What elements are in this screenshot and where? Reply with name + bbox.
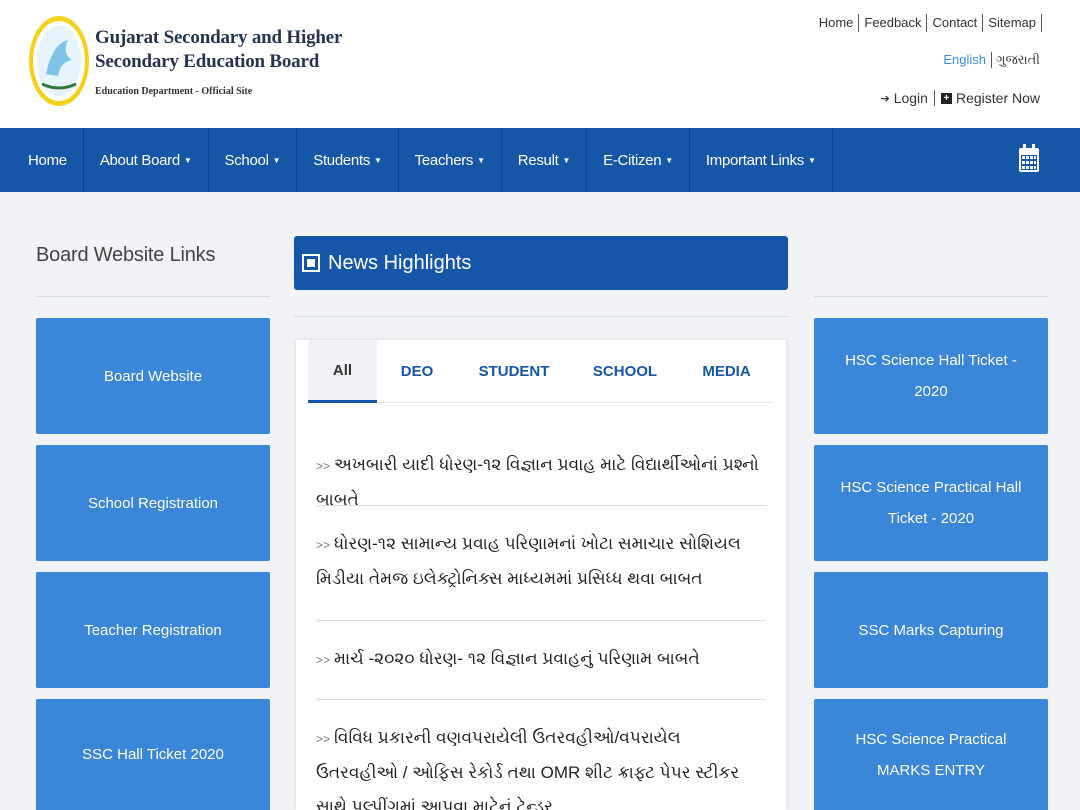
lang-english-link[interactable]: English bbox=[943, 52, 992, 68]
nav-item-teachers[interactable]: Teachers ▼ bbox=[399, 128, 502, 192]
top-link-feedback[interactable]: Feedback bbox=[859, 14, 928, 32]
brand-title-line1: Gujarat Secondary and Higher bbox=[95, 27, 343, 48]
language-switcher: English ગુજરાતી bbox=[943, 52, 1040, 68]
tab-label: SCHOOL bbox=[592, 363, 658, 380]
site-header: Gujarat Secondary and Higher Secondary E… bbox=[0, 0, 1080, 128]
nav-label: Teachers bbox=[414, 151, 474, 169]
tab-student[interactable]: STUDENT bbox=[457, 340, 571, 403]
top-link-home[interactable]: Home bbox=[814, 14, 860, 32]
tile-school-registration[interactable]: School Registration bbox=[36, 445, 270, 561]
tab-label: MEDIA bbox=[702, 363, 751, 380]
news-panel: All DEO STUDENT SCHOOL MEDIA >> અખબારી યા… bbox=[296, 340, 786, 810]
caret-down-icon: ▼ bbox=[477, 155, 485, 165]
tab-media[interactable]: MEDIA bbox=[679, 340, 774, 403]
nav-item-important-links[interactable]: Important Links ▼ bbox=[690, 128, 833, 192]
auth-links: ➔ Login + Register Now bbox=[880, 90, 1040, 106]
tab-school[interactable]: SCHOOL bbox=[571, 340, 679, 403]
news-item-text: અખબારી યાદી ધોરણ-૧૨ વિજ્ઞાન પ્રવાહ માટે … bbox=[316, 455, 759, 509]
brand-title-line2: Secondary Education Board bbox=[95, 51, 320, 72]
nav-label: Important Links bbox=[705, 151, 804, 169]
news-item-text: વિવિધ પ્રકારની વણવપરાયેલી ઉતરવહીઓ/વપરાયે… bbox=[316, 728, 740, 810]
caret-down-icon: ▼ bbox=[807, 155, 816, 165]
nav-label: Students bbox=[313, 151, 371, 169]
main-navbar: Home About Board ▼ School ▼ Students ▼ Teac… bbox=[0, 128, 1080, 192]
bullet-icon: >> bbox=[316, 732, 331, 746]
nav-item-students[interactable]: Students ▼ bbox=[297, 128, 399, 192]
tab-label: All bbox=[332, 361, 353, 379]
tile-teacher-registration[interactable]: Teacher Registration bbox=[36, 572, 270, 688]
tile-label: Board Website bbox=[103, 367, 203, 385]
nav-label: About Board bbox=[99, 151, 180, 169]
nav-label: Result bbox=[517, 151, 559, 169]
news-highlights-header: News Highlights bbox=[294, 236, 788, 290]
nav-item-school[interactable]: School ▼ bbox=[209, 128, 298, 192]
nav-item-about-board[interactable]: About Board ▼ bbox=[84, 128, 209, 192]
caret-down-icon: ▼ bbox=[272, 155, 281, 165]
caret-down-icon: ▼ bbox=[374, 155, 382, 165]
board-links-title: Board Website Links bbox=[36, 244, 216, 266]
tile-hsc-practical-hall-ticket[interactable]: HSC Science Practical Hall Ticket - 2020 bbox=[814, 445, 1048, 561]
bullet-icon: >> bbox=[316, 459, 331, 473]
tile-ssc-marks-capturing[interactable]: SSC Marks Capturing bbox=[814, 572, 1048, 688]
nav-label: Home bbox=[28, 151, 67, 169]
board-logo[interactable] bbox=[28, 14, 90, 108]
login-link[interactable]: Login bbox=[894, 90, 928, 106]
tile-hsc-practical-marks-entry[interactable]: HSC Science Practical MARKS ENTRY bbox=[814, 699, 1048, 810]
plus-square-icon: + bbox=[940, 92, 952, 104]
news-item[interactable]: >> અખબારી યાદી ધોરણ-૧૨ વિજ્ઞાન પ્રવાહ માટ… bbox=[316, 448, 766, 517]
tile-label: HSC Science Practical Hall Ticket - 2020 bbox=[840, 479, 1022, 527]
top-link-sitemap[interactable]: Sitemap bbox=[983, 14, 1042, 32]
auth-divider bbox=[933, 90, 935, 106]
tile-label: HSC Science Hall Ticket - 2020 bbox=[845, 352, 1017, 400]
left-divider bbox=[36, 296, 270, 297]
site-brand: Gujarat Secondary and Higher Secondary E… bbox=[95, 26, 342, 97]
news-item[interactable]: >> માર્ચ -૨૦૨૦ ધોરણ- ૧૨ વિજ્ઞાન પ્રવાહનું… bbox=[316, 642, 766, 677]
caret-down-icon: ▼ bbox=[665, 155, 673, 165]
nav-label: E-Citizen bbox=[603, 151, 662, 169]
tile-label: HSC Science Practical MARKS ENTRY bbox=[855, 730, 1007, 779]
center-divider bbox=[294, 316, 788, 317]
tab-label: STUDENT bbox=[478, 363, 550, 380]
news-divider bbox=[316, 699, 766, 700]
tab-all[interactable]: All bbox=[308, 340, 377, 403]
nav-item-home[interactable]: Home bbox=[0, 128, 84, 192]
tile-label: SSC Marks Capturing bbox=[858, 621, 1004, 639]
top-links: Home Feedback Contact Sitemap bbox=[814, 14, 1042, 32]
tile-label: SSC Hall Ticket 2020 bbox=[82, 746, 224, 763]
tab-deo[interactable]: DEO bbox=[377, 340, 457, 403]
top-link-contact[interactable]: Contact bbox=[927, 14, 984, 32]
nav-item-result[interactable]: Result ▼ bbox=[502, 128, 588, 192]
news-divider bbox=[316, 620, 766, 621]
tile-ssc-hall-ticket[interactable]: SSC Hall Ticket 2020 bbox=[36, 699, 270, 810]
calendar-icon[interactable] bbox=[1018, 142, 1040, 174]
tile-label: Teacher Registration bbox=[84, 621, 222, 639]
nav-item-e-citizen[interactable]: E-Citizen ▼ bbox=[587, 128, 690, 192]
news-tabs: All DEO STUDENT SCHOOL MEDIA bbox=[308, 340, 774, 403]
news-item-text: માર્ચ -૨૦૨૦ ધોરણ- ૧૨ વિજ્ઞાન પ્રવાહનું પ… bbox=[334, 649, 700, 668]
newspaper-icon bbox=[302, 254, 320, 272]
tab-label: DEO bbox=[400, 363, 434, 380]
tile-hsc-science-hall-ticket[interactable]: HSC Science Hall Ticket - 2020 bbox=[814, 318, 1048, 434]
news-item-text: ધોરણ-૧૨ સામાન્ય પ્રવાહ પરિણામનાં ખોટા સમ… bbox=[316, 534, 741, 588]
tile-board-website[interactable]: Board Website bbox=[36, 318, 270, 434]
caret-down-icon: ▼ bbox=[562, 155, 571, 165]
brand-subtitle: Education Department - Official Site bbox=[95, 86, 253, 97]
bullet-icon: >> bbox=[316, 538, 331, 552]
sign-in-icon: ➔ bbox=[880, 92, 890, 105]
news-highlights-title: News Highlights bbox=[328, 251, 472, 274]
news-divider bbox=[316, 505, 766, 506]
lang-gujarati-link[interactable]: ગુજરાતી bbox=[992, 52, 1040, 68]
news-item[interactable]: >> વિવિધ પ્રકારની વણવપરાયેલી ઉતરવહીઓ/વપરા… bbox=[316, 721, 766, 810]
tile-label: School Registration bbox=[87, 494, 219, 512]
nav-label: School bbox=[224, 151, 269, 169]
right-divider bbox=[814, 296, 1048, 297]
bullet-icon: >> bbox=[316, 653, 331, 667]
register-link[interactable]: Register Now bbox=[956, 90, 1040, 106]
caret-down-icon: ▼ bbox=[183, 155, 192, 165]
news-item[interactable]: >> ધોરણ-૧૨ સામાન્ય પ્રવાહ પરિણામનાં ખોટા … bbox=[316, 527, 766, 596]
